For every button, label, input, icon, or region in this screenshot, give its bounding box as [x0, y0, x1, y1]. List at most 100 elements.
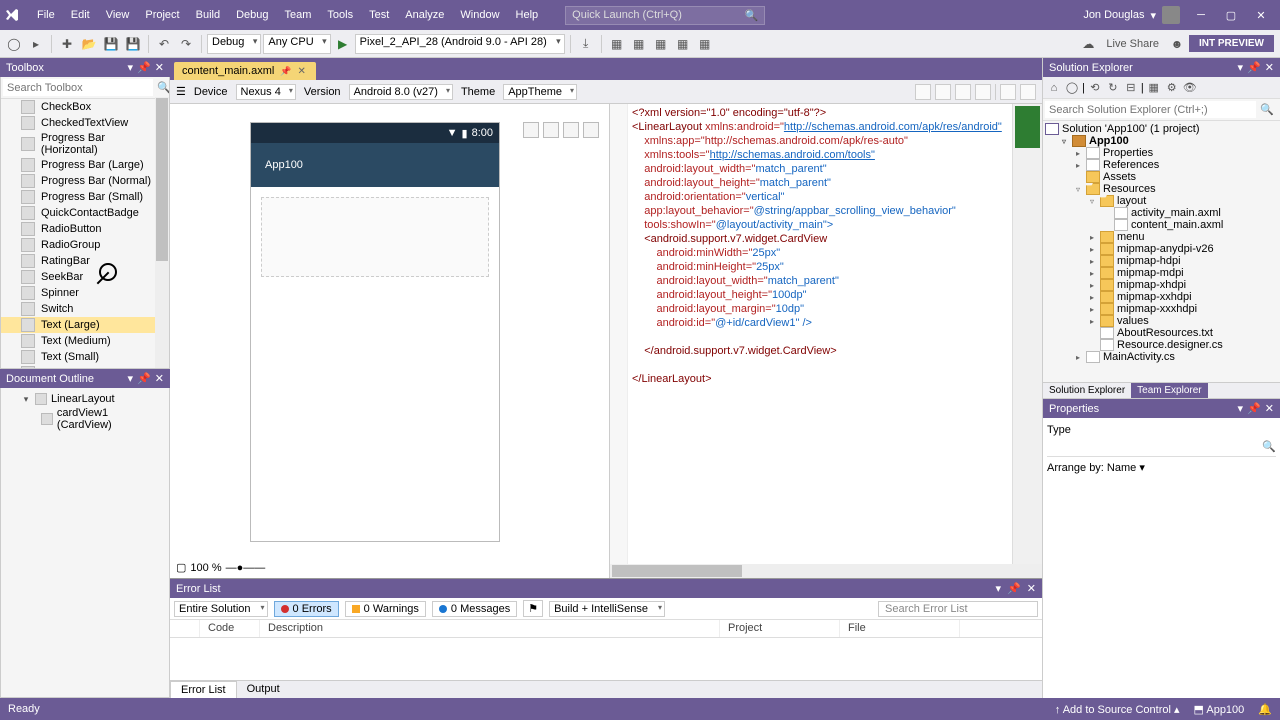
- status-project[interactable]: ⬒ App100: [1194, 703, 1245, 716]
- col-header[interactable]: Project: [720, 620, 840, 637]
- tool-item[interactable]: TextView: [1, 365, 169, 369]
- tool-item[interactable]: CheckedTextView: [1, 115, 169, 131]
- errors-filter[interactable]: 0 Errors: [274, 601, 339, 617]
- menu-view[interactable]: View: [99, 5, 137, 25]
- expander-icon[interactable]: ▸: [1087, 257, 1097, 266]
- tb-ic3[interactable]: ▦: [651, 34, 671, 54]
- expander-icon[interactable]: ▸: [1087, 245, 1097, 254]
- expander-icon[interactable]: ▸: [1087, 233, 1097, 242]
- tool-item[interactable]: QuickContactBadge: [1, 205, 169, 221]
- col-header[interactable]: File: [840, 620, 960, 637]
- tool-item[interactable]: RadioGroup: [1, 237, 169, 253]
- tab-solution-explorer[interactable]: Solution Explorer: [1043, 383, 1131, 398]
- menu-window[interactable]: Window: [453, 5, 506, 25]
- tool-item[interactable]: Progress Bar (Small): [1, 189, 169, 205]
- tab-content-main[interactable]: content_main.axml 📌 ✕: [174, 62, 316, 80]
- scope-combo[interactable]: Entire Solution: [174, 601, 268, 617]
- designer-ic3[interactable]: [955, 84, 971, 100]
- tool-item[interactable]: Text (Large): [1, 317, 169, 333]
- errorlist-pin-icon[interactable]: 📌: [1007, 582, 1021, 595]
- tab-output[interactable]: Output: [237, 681, 290, 698]
- se-item[interactable]: activity_main.axml: [1043, 207, 1280, 219]
- se-close-icon[interactable]: ✕: [1265, 61, 1274, 74]
- tool-item[interactable]: Text (Small): [1, 349, 169, 365]
- errorlist-search[interactable]: Search Error List: [878, 601, 1038, 617]
- feedback-icon[interactable]: ☻: [1167, 34, 1187, 54]
- menu-tools[interactable]: Tools: [320, 5, 360, 25]
- se-sync-icon[interactable]: ⟲: [1087, 80, 1103, 96]
- xml-editor[interactable]: <?xml version="1.0" encoding="utf-8"?><L…: [610, 104, 1042, 564]
- se-item[interactable]: ▸menu: [1043, 231, 1280, 243]
- toolbox-scrollbar[interactable]: [155, 97, 169, 368]
- outline-pin-icon[interactable]: 📌: [137, 372, 151, 385]
- start-debug-icon[interactable]: ▶: [333, 34, 353, 54]
- col-header[interactable]: Code: [200, 620, 260, 637]
- close-button[interactable]: ✕: [1246, 4, 1276, 26]
- design-ic1[interactable]: [523, 122, 539, 138]
- se-item[interactable]: ▸References: [1043, 159, 1280, 171]
- outline-root[interactable]: ▾ LinearLayout: [5, 392, 165, 406]
- expander-icon[interactable]: ▸: [1087, 269, 1097, 278]
- tb-ic5[interactable]: ▦: [695, 34, 715, 54]
- version-combo[interactable]: Android 8.0 (v27): [349, 84, 453, 100]
- props-pin-icon[interactable]: 📌: [1247, 402, 1261, 415]
- live-share-icon[interactable]: ☁: [1078, 34, 1098, 54]
- tool-item[interactable]: SeekBar: [1, 269, 169, 285]
- tool-item[interactable]: Switch: [1, 301, 169, 317]
- device-combo[interactable]: Nexus 4: [236, 84, 296, 100]
- notifications-icon[interactable]: 🔔: [1258, 703, 1272, 716]
- tool-item[interactable]: RadioButton: [1, 221, 169, 237]
- outline-dropdown-icon[interactable]: ▾: [128, 372, 134, 385]
- save-all-icon[interactable]: 💾: [123, 34, 143, 54]
- tool-item[interactable]: Text (Medium): [1, 333, 169, 349]
- tool-item[interactable]: CheckBox: [1, 99, 169, 115]
- se-item[interactable]: ▸mipmap-xxhdpi: [1043, 291, 1280, 303]
- se-search-input[interactable]: [1045, 101, 1256, 118]
- properties-search[interactable]: [1047, 440, 1262, 456]
- code-minimap[interactable]: [1012, 104, 1042, 564]
- se-item[interactable]: ▸mipmap-anydpi-v26: [1043, 243, 1280, 255]
- forward-icon[interactable]: ▸: [26, 34, 46, 54]
- se-item[interactable]: content_main.axml: [1043, 219, 1280, 231]
- se-item[interactable]: Assets: [1043, 171, 1280, 183]
- design-ic4[interactable]: [583, 122, 599, 138]
- se-collapse-icon[interactable]: ⊟: [1123, 80, 1139, 96]
- maximize-button[interactable]: ▢: [1216, 4, 1246, 26]
- menu-edit[interactable]: Edit: [64, 5, 97, 25]
- step-icon[interactable]: ⤓: [576, 34, 596, 54]
- menu-team[interactable]: Team: [278, 5, 319, 25]
- outline-close-icon[interactable]: ✕: [155, 372, 164, 385]
- menu-project[interactable]: Project: [138, 5, 186, 25]
- designer-ic4[interactable]: [975, 84, 991, 100]
- expander-icon[interactable]: ▿: [1087, 197, 1097, 206]
- arrange-by[interactable]: Arrange by: Name ▾: [1047, 461, 1145, 474]
- se-home-icon[interactable]: ⌂: [1046, 80, 1062, 96]
- add-source-control[interactable]: ↑ Add to Source Control ▴: [1055, 703, 1180, 716]
- tool-item[interactable]: RatingBar: [1, 253, 169, 269]
- expander-icon[interactable]: ▸: [1087, 317, 1097, 326]
- expander-icon[interactable]: ▾: [21, 394, 31, 405]
- props-dropdown-icon[interactable]: ▾: [1238, 402, 1244, 415]
- filter-icon[interactable]: ⚑: [523, 600, 543, 617]
- tool-item[interactable]: Spinner: [1, 285, 169, 301]
- messages-filter[interactable]: 0 Messages: [432, 601, 517, 617]
- quick-launch-input[interactable]: Quick Launch (Ctrl+Q) 🔍: [565, 6, 765, 25]
- expander-icon[interactable]: ▸: [1087, 293, 1097, 302]
- designer-ic6[interactable]: [1020, 84, 1036, 100]
- tool-item[interactable]: Progress Bar (Horizontal): [1, 131, 169, 157]
- menu-file[interactable]: File: [30, 5, 62, 25]
- se-item[interactable]: ▿layout: [1043, 195, 1280, 207]
- props-close-icon[interactable]: ✕: [1265, 402, 1274, 415]
- se-back-icon[interactable]: ◯: [1064, 80, 1080, 96]
- toolbox-search-input[interactable]: [3, 79, 153, 96]
- errorlist-close-icon[interactable]: ✕: [1027, 582, 1036, 595]
- se-props-icon[interactable]: ⚙: [1164, 80, 1180, 96]
- redo-icon[interactable]: ↷: [176, 34, 196, 54]
- tab-close-icon[interactable]: ✕: [298, 66, 306, 77]
- tb-ic4[interactable]: ▦: [673, 34, 693, 54]
- se-showall-icon[interactable]: ▦: [1146, 80, 1162, 96]
- se-item[interactable]: ▸MainActivity.cs: [1043, 351, 1280, 363]
- expander-icon[interactable]: ▸: [1087, 305, 1097, 314]
- platform-combo[interactable]: Any CPU: [263, 34, 330, 54]
- expander-icon[interactable]: ▸: [1073, 149, 1083, 158]
